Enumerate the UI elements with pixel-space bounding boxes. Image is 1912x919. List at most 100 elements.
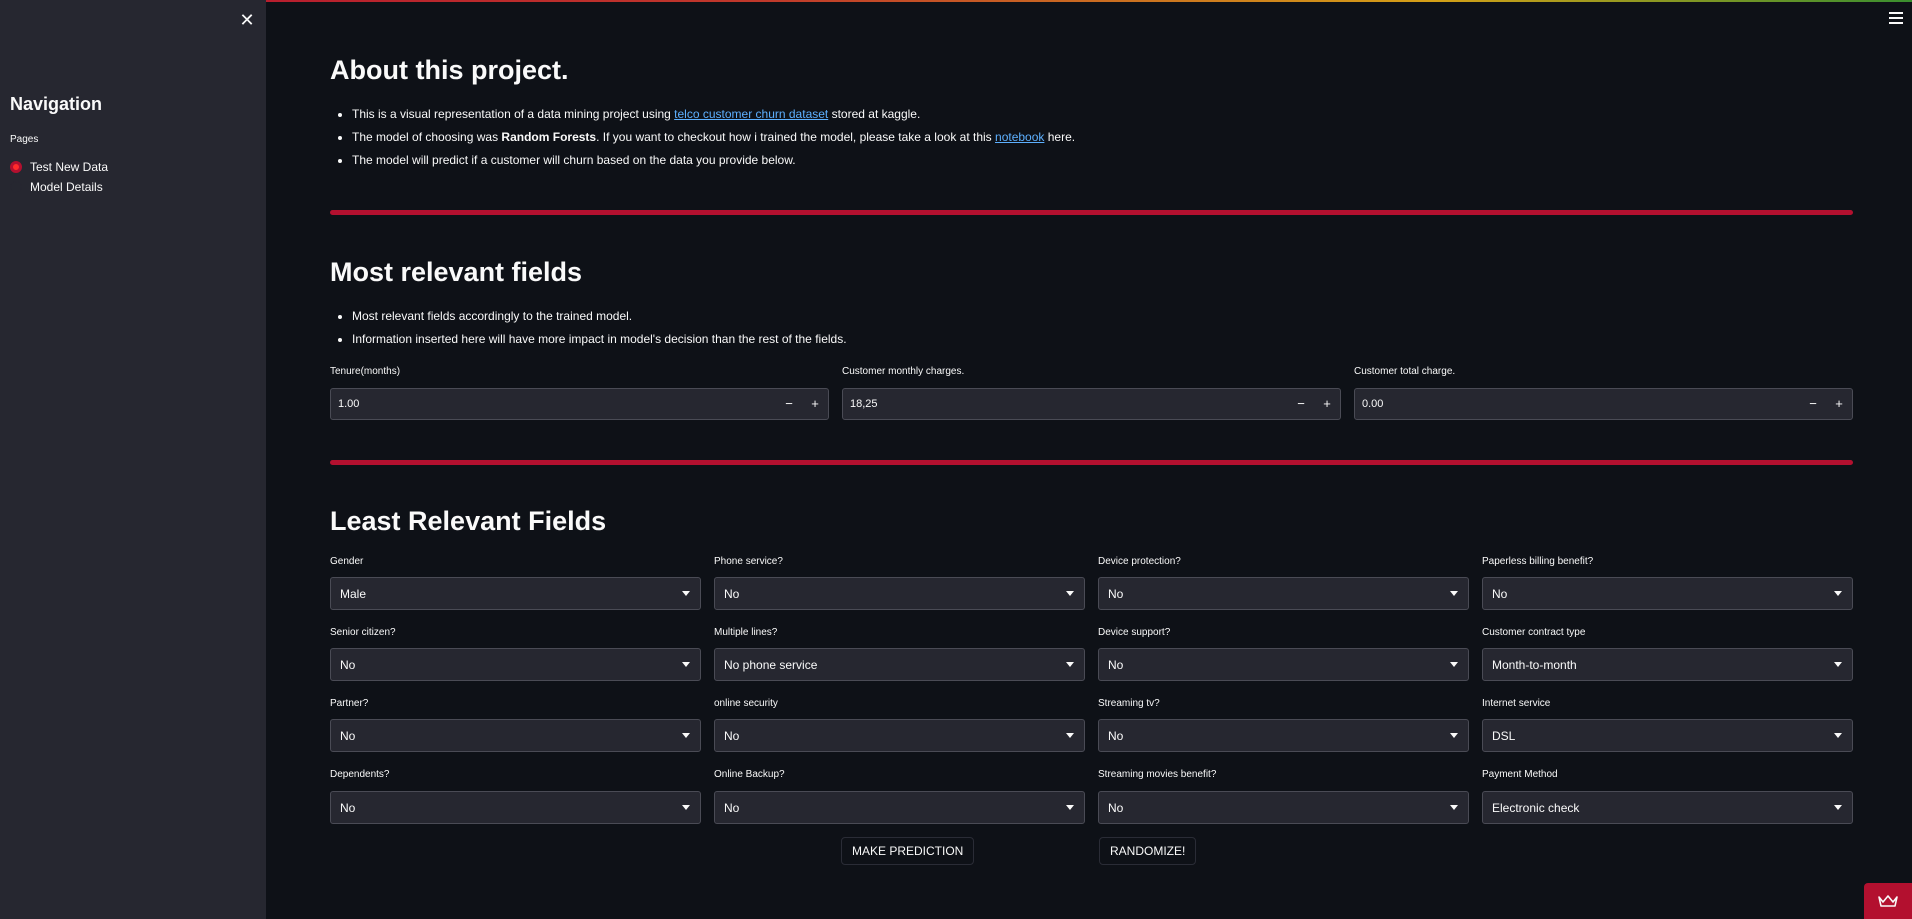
- notebook-link[interactable]: notebook: [995, 130, 1044, 144]
- total-charge-input: − +: [1354, 388, 1853, 420]
- phone-service-select[interactable]: No: [714, 577, 1085, 610]
- select-value: No: [724, 586, 740, 601]
- sidebar: ✕ Navigation Pages Test New Data Model D…: [0, 0, 266, 919]
- select-value: No: [340, 657, 356, 672]
- relevant-bullet-1: Most relevant fields accordingly to the …: [352, 305, 847, 328]
- payment-method-select[interactable]: Electronic check: [1482, 791, 1853, 824]
- increment-button[interactable]: +: [1826, 389, 1852, 419]
- make-prediction-button[interactable]: MAKE PREDICTION: [841, 837, 975, 865]
- select-value: No phone service: [724, 657, 818, 672]
- select-value: No: [724, 728, 740, 743]
- device-protection-label: Device protection?: [1098, 556, 1181, 567]
- streamlit-crown-icon[interactable]: [1864, 883, 1912, 919]
- sidebar-title: Navigation: [10, 94, 103, 114]
- contract-type-select[interactable]: Month-to-month: [1482, 648, 1853, 681]
- section-divider: [330, 460, 1853, 465]
- tenure-field[interactable]: [331, 388, 776, 420]
- total-charge-field[interactable]: [1355, 388, 1800, 420]
- chevron-down-icon: [1834, 733, 1842, 738]
- chevron-down-icon: [1450, 805, 1458, 810]
- senior-citizen-label: Senior citizen?: [330, 627, 396, 638]
- multiple-lines-label: Multiple lines?: [714, 627, 778, 638]
- dependents-select[interactable]: No: [330, 791, 701, 824]
- chevron-down-icon: [1834, 805, 1842, 810]
- select-value: Month-to-month: [1492, 657, 1577, 672]
- multiple-lines-select[interactable]: No phone service: [714, 648, 1085, 681]
- chevron-down-icon: [682, 733, 690, 738]
- about-title: About this project.: [330, 55, 569, 85]
- online-security-label: online security: [714, 698, 778, 709]
- select-value: Electronic check: [1492, 800, 1580, 815]
- decrement-button[interactable]: −: [776, 389, 802, 419]
- phone-service-label: Phone service?: [714, 556, 783, 567]
- about-bullet-3: The model will predict if a customer wil…: [352, 149, 1075, 172]
- device-support-select[interactable]: No: [1098, 648, 1469, 681]
- chevron-down-icon: [1450, 662, 1458, 667]
- sidebar-item-label: Model Details: [30, 180, 103, 194]
- randomize-button[interactable]: RANDOMIZE!: [1099, 837, 1197, 865]
- gender-select[interactable]: Male: [330, 577, 701, 610]
- monthly-charges-input: − +: [842, 388, 1341, 420]
- select-value: No: [340, 800, 356, 815]
- monthly-charges-label: Customer monthly charges.: [842, 366, 965, 377]
- partner-select[interactable]: No: [330, 719, 701, 752]
- internet-service-select[interactable]: DSL: [1482, 719, 1853, 752]
- decrement-button[interactable]: −: [1288, 389, 1314, 419]
- contract-type-label: Customer contract type: [1482, 627, 1586, 638]
- increment-button[interactable]: +: [1314, 389, 1340, 419]
- select-value: No: [724, 800, 740, 815]
- crown-icon: [1878, 895, 1898, 907]
- tenure-input: − +: [330, 388, 829, 420]
- increment-button[interactable]: +: [802, 389, 828, 419]
- monthly-charges-field[interactable]: [843, 388, 1288, 420]
- relevant-bullet-2: Information inserted here will have more…: [352, 328, 847, 351]
- streaming-movies-select[interactable]: No: [1098, 791, 1469, 824]
- streaming-tv-label: Streaming tv?: [1098, 698, 1160, 709]
- select-value: No: [1108, 728, 1124, 743]
- chevron-down-icon: [682, 805, 690, 810]
- streaming-movies-label: Streaming movies benefit?: [1098, 769, 1217, 780]
- about-bullet-2: The model of choosing was Random Forests…: [352, 126, 1075, 149]
- chevron-down-icon: [1066, 591, 1074, 596]
- chevron-down-icon: [1834, 662, 1842, 667]
- paperless-billing-label: Paperless billing benefit?: [1482, 556, 1594, 567]
- select-value: DSL: [1492, 728, 1516, 743]
- sidebar-item-test-new-data[interactable]: Test New Data: [10, 158, 108, 176]
- chevron-down-icon: [1834, 591, 1842, 596]
- device-support-label: Device support?: [1098, 627, 1171, 638]
- chevron-down-icon: [682, 591, 690, 596]
- least-title: Least Relevant Fields: [330, 506, 607, 536]
- chevron-down-icon: [1066, 805, 1074, 810]
- streaming-tv-select[interactable]: No: [1098, 719, 1469, 752]
- total-charge-label: Customer total charge.: [1354, 366, 1456, 377]
- dependents-label: Dependents?: [330, 769, 390, 780]
- select-value: No: [1108, 800, 1124, 815]
- paperless-billing-select[interactable]: No: [1482, 577, 1853, 610]
- about-bullets: This is a visual representation of a dat…: [330, 103, 1075, 172]
- device-protection-select[interactable]: No: [1098, 577, 1469, 610]
- online-backup-select[interactable]: No: [714, 791, 1085, 824]
- relevant-title: Most relevant fields: [330, 257, 583, 287]
- menu-icon[interactable]: [1889, 12, 1903, 26]
- radio-unchecked-icon: [10, 181, 22, 193]
- close-icon[interactable]: ✕: [239, 10, 255, 30]
- section-divider: [330, 210, 1853, 215]
- payment-method-label: Payment Method: [1482, 769, 1558, 780]
- sidebar-item-model-details[interactable]: Model Details: [10, 178, 103, 196]
- select-value: No: [1492, 586, 1508, 601]
- select-value: No: [340, 728, 356, 743]
- chevron-down-icon: [682, 662, 690, 667]
- online-security-select[interactable]: No: [714, 719, 1085, 752]
- radio-checked-icon: [10, 161, 22, 173]
- pages-label: Pages: [10, 134, 39, 145]
- tenure-label: Tenure(months): [330, 366, 401, 377]
- relevant-bullets: Most relevant fields accordingly to the …: [330, 305, 847, 351]
- senior-citizen-select[interactable]: No: [330, 648, 701, 681]
- gender-label: Gender: [330, 556, 364, 567]
- select-value: No: [1108, 586, 1124, 601]
- online-backup-label: Online Backup?: [714, 769, 785, 780]
- dataset-link[interactable]: telco customer churn dataset: [674, 107, 828, 121]
- chevron-down-icon: [1450, 591, 1458, 596]
- chevron-down-icon: [1066, 733, 1074, 738]
- decrement-button[interactable]: −: [1800, 389, 1826, 419]
